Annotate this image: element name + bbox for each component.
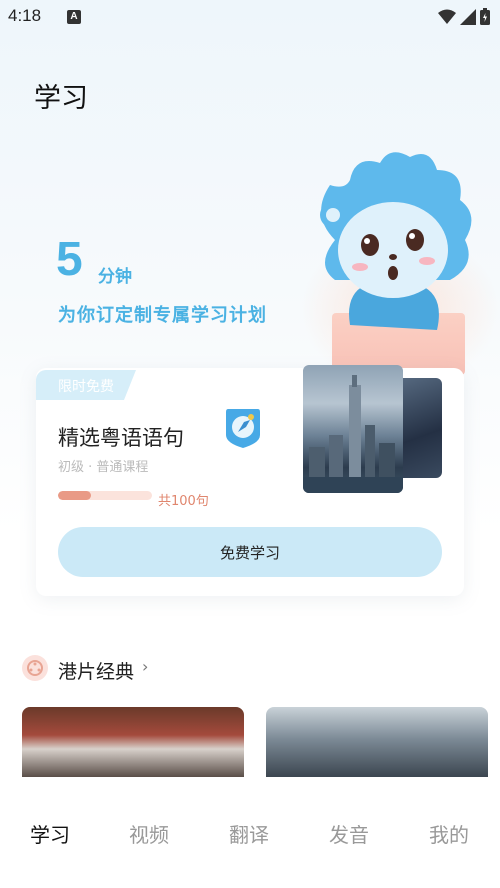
hero-subtitle: 为你订定制专属学习计划 [58, 305, 267, 326]
status-time: 4:18 [8, 6, 42, 25]
course-title: 精选粤语语句 [58, 426, 184, 450]
page-title: 学习 [34, 83, 88, 114]
system-icons [438, 8, 490, 25]
hero-unit: 分钟 [98, 267, 132, 287]
tab-learn[interactable]: 学习 [30, 819, 70, 848]
film-reel-icon [22, 655, 48, 681]
tab-pronunciation[interactable]: 发音 [329, 819, 369, 848]
free-learn-button[interactable]: 免费学习 [58, 527, 442, 577]
hero-number: 5 [56, 233, 83, 286]
course-meta: 初级 · 普通课程 [58, 460, 149, 475]
skyline-image [303, 375, 403, 493]
tab-video[interactable]: 视频 [129, 819, 169, 848]
notification-icon: A [67, 10, 81, 24]
course-progress-bar [58, 491, 152, 500]
sentence-count: 共100句 [158, 494, 209, 509]
video-thumbnail-city[interactable] [266, 707, 488, 777]
tag-label: 限时免费 [58, 379, 114, 395]
lion-mascot-icon [320, 152, 472, 330]
limited-free-tag: 限时免费 [36, 370, 136, 400]
video-thumbnail-taxi[interactable] [22, 707, 244, 777]
signal-icon [460, 8, 476, 25]
battery-icon [480, 8, 490, 25]
section-title[interactable]: 港片经典 [58, 657, 134, 684]
wifi-icon [438, 9, 456, 24]
tab-profile[interactable]: 我的 [429, 819, 469, 848]
progress-fill [58, 491, 91, 500]
tab-translate[interactable]: 翻译 [229, 819, 269, 848]
compass-icon [226, 409, 260, 448]
city-photo [303, 365, 403, 493]
chevron-right-icon[interactable]: › [142, 657, 148, 676]
bottom-tab-bar: 学习 视频 翻译 发音 我的 [0, 777, 500, 888]
status-bar: 4:18 A [0, 0, 500, 34]
